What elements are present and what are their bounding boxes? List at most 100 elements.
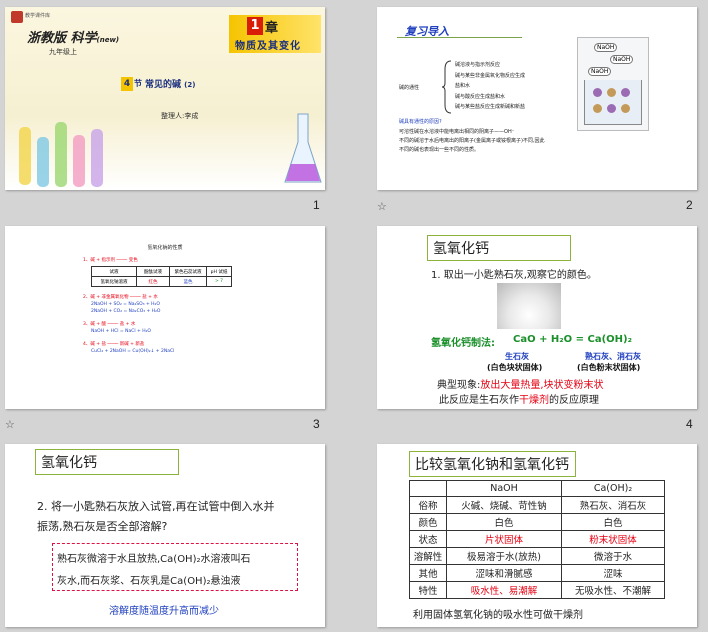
answer-line: 可溶性碱在水溶液中能电离出相同的阴离子——OH⁻ (399, 129, 515, 135)
property-item-1: 1、碱 + 指示剂 ──── 变色 (83, 258, 138, 263)
property-item-4: 4、碱 + 盐 ──── 新碱 + 新盐 (83, 342, 145, 347)
beaker-label: NaOH (594, 43, 618, 52)
slide-heading: 氢氧化钙 (427, 235, 571, 261)
method-label: 氢氧化钙制法: (431, 338, 495, 349)
table-cell: 火碱、烧碱、苛性钠 (446, 496, 562, 514)
slide-3-thumbnail[interactable]: 氢氧化钠的性质 1、碱 + 指示剂 ──── 变色 试液 酚酞试液 紫色石蕊试液… (5, 226, 325, 409)
concept-center-label: 碱的通性 (399, 85, 420, 91)
table-cell: 极易溶于水(放热) (446, 547, 562, 565)
table-cell: 片状固体 (446, 530, 562, 548)
indicator-table: 试液 酚酞试液 紫色石蕊试液 pH 试纸 氢氧化钠溶液 红色 蓝色 > 7 (91, 266, 232, 287)
table-cell: 红色 (136, 276, 170, 287)
table-header-cell: NaOH (446, 480, 562, 497)
concept-branch: 盐和水 (455, 83, 471, 89)
question-line: 2. 将一小匙熟石灰放入试管,再在试管中倒入水并 (37, 500, 275, 513)
table-cell: 无吸水性、不潮解 (561, 581, 665, 599)
property-item-2: 2、碱 + 非金属氧化物 ──── 盐 + 水 (83, 295, 158, 300)
lab-glassware-illustration (19, 122, 103, 187)
answer-line: 不同的碱也表现出一些不同的性质。 (399, 147, 480, 153)
grade-label: 九年级上 (49, 48, 77, 56)
beaker-label: NaOH (610, 55, 634, 64)
product-name: 熟石灰、消石灰 (585, 352, 641, 361)
solubility-note: 溶解度随温度升高而减少 (109, 606, 219, 617)
compiler-name: 李成 (184, 112, 199, 120)
chapter-banner: 1 章 物质及其变化 (229, 15, 321, 53)
table-cell: 白色 (561, 513, 665, 531)
section-part: (2) (184, 81, 196, 89)
row-label: 状态 (409, 530, 447, 548)
concept-branch: 碱与某些盐反应生成新碱和新盐 (455, 104, 526, 110)
row-label: 其他 (409, 564, 447, 582)
slide-6-thumbnail[interactable]: 比较氢氧化钠和氢氧化钙 NaOH Ca(OH)₂ 俗称 火碱、烧碱、苛性钠 熟石… (377, 444, 697, 627)
property-item-3: 3、碱 + 酸 ──── 盐 + 水 (83, 322, 136, 327)
chapter-number: 1 (247, 17, 263, 35)
product-desc: (白色粉末状固体) (577, 363, 641, 372)
table-cell: 涩味和滑腻感 (446, 564, 562, 582)
row-label: 俗称 (409, 496, 447, 514)
beaker-body (584, 80, 642, 125)
table-cell: > 7 (206, 276, 232, 287)
reactant-desc: (白色块状固体) (487, 363, 543, 372)
table-header-cell: Ca(OH)₂ (561, 480, 665, 497)
slide-2-thumbnail[interactable]: 复习导入 碱的通性 碱溶液与指示剂反应 碱与某些非金属氧化物反应生成 盐和水 碱… (377, 7, 697, 190)
star-icon: ☆ (377, 200, 387, 213)
chapter-word: 章 (265, 21, 279, 36)
table-cell: 蓝色 (169, 276, 207, 287)
slide-number-4: 4 (686, 417, 693, 431)
reactant-name: 生石灰 (505, 352, 529, 361)
section-number: 4 (121, 77, 133, 91)
table-header-cell: 酚酞试液 (136, 266, 170, 277)
row-label: 溶解性 (409, 547, 447, 565)
table-cell: 粉末状固体 (561, 530, 665, 548)
table-header-cell: pH 试纸 (206, 266, 232, 277)
table-cell: 微溶于水 (561, 547, 665, 565)
equation: 2NaOH + SO₂ = Na₂SO₃ + H₂O (91, 302, 160, 307)
slide-heading: 比较氢氧化钠和氢氧化钙 (409, 451, 576, 477)
flask-illustration (284, 113, 322, 183)
concept-branch: 碱与酸反应生成盐和水 (455, 93, 506, 100)
question-line: 振荡,熟石灰是否全部溶解? (37, 520, 168, 533)
slide-number-1: 1 (313, 198, 320, 212)
chapter-title: 物质及其变化 (235, 41, 301, 52)
principle-suffix: 的反应原理 (549, 395, 599, 406)
table-header-cell (409, 480, 447, 497)
slide-1-thumbnail[interactable]: 教学课件库 浙教版 科学(new) 九年级上 1 章 物质及其变化 4 节 常见… (5, 7, 325, 190)
answer-line: 熟石灰微溶于水且放热,Ca(OH)₂水溶液叫石 (57, 554, 251, 565)
phenomenon-text: 放出大量热量,块状变粉末状 (480, 380, 604, 391)
answer-line: 灰水,而石灰浆、石灰乳是Ca(OH)₂悬浊液 (57, 576, 241, 587)
section-word: 节 (134, 79, 142, 88)
table-cell: 熟石灰、消石灰 (561, 496, 665, 514)
slide-5-thumbnail[interactable]: 氢氧化钙 2. 将一小匙熟石灰放入试管,再在试管中倒入水并 振荡,熟石灰是否全部… (5, 444, 325, 627)
slide-number-2: 2 (686, 198, 693, 212)
slide-heading: 氢氧化钙 (35, 449, 179, 475)
row-label: 特性 (409, 581, 447, 599)
slide-title: 氢氧化钠的性质 (147, 245, 183, 251)
publisher-logo (11, 11, 23, 23)
phenomenon-label: 典型现象: (437, 380, 481, 391)
publisher-logo-text: 教学课件库 (25, 13, 51, 19)
principle-keyword: 干燥剂 (519, 395, 549, 406)
equation: NaOH + HCl = NaCl + H₂O (91, 329, 151, 334)
equation: 2NaOH + CO₂ = Na₂CO₃ + H₂O (91, 309, 161, 314)
reaction-equation: CaO + H₂O = Ca(OH)₂ (513, 334, 632, 345)
beaker-label: NaOH (588, 67, 612, 76)
question-text: 碱具有通性的原因? (399, 119, 442, 125)
table-header-cell: 紫色石蕊试液 (169, 266, 207, 277)
star-icon: ☆ (5, 418, 15, 431)
concept-branch: 碱溶液与指示剂反应 (455, 62, 501, 68)
concept-branch: 碱与某些非金属氧化物反应生成 (455, 72, 526, 79)
slide-4-thumbnail[interactable]: 氢氧化钙 1. 取出一小匙熟石灰,观察它的颜色。 氢氧化钙制法: CaO + H… (377, 226, 697, 409)
section-title: 常见的碱 (145, 80, 182, 90)
principle-prefix: 此反应是生石灰作 (439, 395, 519, 406)
row-label: 颜色 (409, 513, 447, 531)
heading-underline (397, 37, 522, 38)
table-cell: 氢氧化钠溶液 (91, 276, 137, 287)
concept-brace (441, 60, 452, 114)
compiler-label: 整理人: (161, 112, 185, 120)
table-cell: 涩味 (561, 564, 665, 582)
slide-number-3: 3 (313, 417, 320, 431)
course-title: 浙教版 科学 (27, 31, 97, 46)
powder-photo (497, 283, 561, 329)
table-footer-note: 利用固体氢氧化钠的吸水性可做干燥剂 (413, 610, 583, 621)
comparison-table: NaOH Ca(OH)₂ 俗称 火碱、烧碱、苛性钠 熟石灰、消石灰 颜色 白色 … (409, 480, 665, 599)
